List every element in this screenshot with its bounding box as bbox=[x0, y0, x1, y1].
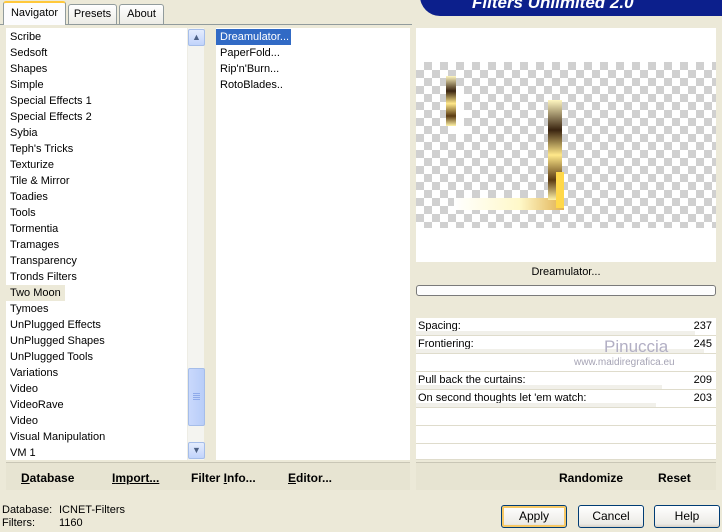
category-item[interactable]: Texturize bbox=[6, 157, 204, 173]
param-row-empty bbox=[416, 426, 716, 444]
database-label: atabase bbox=[29, 471, 75, 485]
scroll-thumb[interactable] bbox=[188, 368, 205, 426]
filter-info-label-b: nfo... bbox=[227, 471, 256, 485]
category-item[interactable]: Variations bbox=[6, 365, 204, 381]
database-mnemonic: D bbox=[21, 471, 30, 485]
filter-item[interactable]: PaperFold... bbox=[216, 45, 410, 61]
category-item[interactable]: Tronds Filters bbox=[6, 269, 204, 285]
database-status-value: ICNET-Filters bbox=[59, 504, 125, 516]
category-item[interactable]: Sedsoft bbox=[6, 45, 204, 61]
category-item[interactable]: UnPlugged Tools bbox=[6, 349, 204, 365]
category-item[interactable]: Tramages bbox=[6, 237, 204, 253]
filters-status-label: Filters: bbox=[2, 517, 35, 529]
grip-line bbox=[193, 397, 200, 398]
category-item[interactable]: Special Effects 1 bbox=[6, 93, 204, 109]
filter-item-selected[interactable]: Dreamulator... bbox=[216, 28, 293, 46]
category-item[interactable]: VM 1 bbox=[6, 445, 204, 460]
watermark-url: www.maidiregrafica.eu bbox=[574, 357, 675, 368]
filter-item[interactable]: RotoBlades.. bbox=[216, 77, 410, 93]
frame-right-corner bbox=[556, 172, 564, 208]
category-item[interactable]: Tile & Mirror bbox=[6, 173, 204, 189]
param-slider-fill bbox=[416, 331, 695, 335]
filter-info-button[interactable]: Filter Info... bbox=[191, 471, 256, 485]
help-button[interactable]: Help bbox=[654, 505, 720, 528]
navigator-button-bar: Database Import... Filter Info... Editor… bbox=[6, 462, 410, 490]
category-item[interactable]: Sybia bbox=[6, 125, 204, 141]
editor-button[interactable]: Editor... bbox=[288, 471, 332, 485]
param-value: 209 bbox=[693, 374, 712, 386]
tab-presets[interactable]: Presets bbox=[68, 4, 117, 24]
param-row-pull-back[interactable]: Pull back the curtains: 209 bbox=[416, 372, 716, 390]
grip-line bbox=[193, 399, 200, 400]
param-row-empty bbox=[416, 408, 716, 426]
param-value: 203 bbox=[693, 392, 712, 404]
import-button[interactable]: Import... bbox=[112, 471, 159, 485]
category-item[interactable]: Tools bbox=[6, 205, 204, 221]
param-row-spacing[interactable]: Spacing: 237 bbox=[416, 318, 716, 336]
editor-label: ditor... bbox=[296, 471, 333, 485]
tab-about[interactable]: About bbox=[119, 4, 164, 24]
frame-bottom bbox=[454, 198, 564, 210]
param-slider-fill bbox=[416, 403, 656, 407]
filter-info-label-a: Filter bbox=[191, 471, 224, 485]
scroll-down-button[interactable]: ▼ bbox=[188, 442, 205, 459]
tab-navigator[interactable]: Navigator bbox=[3, 1, 66, 25]
filter-items: Dreamulator... PaperFold... Rip'n'Burn..… bbox=[216, 28, 410, 93]
category-item[interactable]: Transparency bbox=[6, 253, 204, 269]
settings-button-bar: Randomize Reset bbox=[416, 462, 716, 490]
param-slider-fill bbox=[416, 385, 662, 389]
filter-item[interactable]: Rip'n'Burn... bbox=[216, 61, 410, 77]
category-item[interactable]: Video bbox=[6, 413, 204, 429]
param-row-empty bbox=[416, 444, 716, 460]
category-scrollbar[interactable]: ▲ ▼ bbox=[187, 28, 205, 460]
category-item[interactable]: Teph's Tricks bbox=[6, 141, 204, 157]
frame-left-inner bbox=[456, 92, 464, 134]
preview-frame-art bbox=[446, 76, 564, 210]
category-item[interactable]: VideoRave bbox=[6, 397, 204, 413]
category-item[interactable]: UnPlugged Shapes bbox=[6, 333, 204, 349]
watermark-name: Pinuccia bbox=[604, 337, 669, 356]
frame-left-top bbox=[446, 76, 456, 126]
category-item[interactable]: Tormentia bbox=[6, 221, 204, 237]
category-item[interactable]: UnPlugged Effects bbox=[6, 317, 204, 333]
category-item[interactable]: Visual Manipulation bbox=[6, 429, 204, 445]
category-item[interactable]: Tymoes bbox=[6, 301, 204, 317]
category-item[interactable]: Video bbox=[6, 381, 204, 397]
grip-line bbox=[193, 393, 200, 394]
current-filter-name: Dreamulator... bbox=[531, 266, 601, 278]
category-item[interactable]: Special Effects 2 bbox=[6, 109, 204, 125]
reset-button[interactable]: Reset bbox=[658, 471, 691, 485]
filter-list[interactable]: Dreamulator... PaperFold... Rip'n'Burn..… bbox=[216, 28, 410, 460]
import-label: mport... bbox=[115, 471, 160, 485]
scroll-up-button[interactable]: ▲ bbox=[188, 29, 205, 46]
randomize-button[interactable]: Randomize bbox=[559, 471, 623, 485]
filters-status-value: 1160 bbox=[59, 517, 83, 529]
watermark: Pinuccia www.maidiregrafica.eu bbox=[574, 337, 675, 368]
category-item-current[interactable]: Two Moon bbox=[6, 285, 65, 301]
database-status-label: Database: bbox=[2, 504, 53, 516]
category-list[interactable]: Scribe Sedsoft Shapes Simple Special Eff… bbox=[6, 28, 204, 460]
category-item[interactable]: Simple bbox=[6, 77, 204, 93]
category-item-current-row: Two Moon bbox=[6, 285, 204, 301]
progress-bar bbox=[416, 285, 716, 296]
editor-mnemonic: E bbox=[288, 471, 297, 485]
category-item[interactable]: Toadies bbox=[6, 189, 204, 205]
grip-line bbox=[193, 395, 200, 396]
filter-item-selected-row: Dreamulator... bbox=[216, 28, 410, 46]
apply-button[interactable]: Apply bbox=[501, 505, 567, 528]
param-value: 237 bbox=[693, 320, 712, 332]
preview-image bbox=[416, 62, 716, 228]
category-items: Scribe Sedsoft Shapes Simple Special Eff… bbox=[6, 28, 204, 460]
app-title-banner: Filters Unlimited 2.0 bbox=[420, 0, 722, 16]
database-button[interactable]: Database bbox=[21, 471, 74, 485]
category-item[interactable]: Shapes bbox=[6, 61, 204, 77]
cancel-button[interactable]: Cancel bbox=[578, 505, 644, 528]
param-row-second-thoughts[interactable]: On second thoughts let 'em watch: 203 bbox=[416, 390, 716, 408]
category-item[interactable]: Scribe bbox=[6, 29, 204, 45]
